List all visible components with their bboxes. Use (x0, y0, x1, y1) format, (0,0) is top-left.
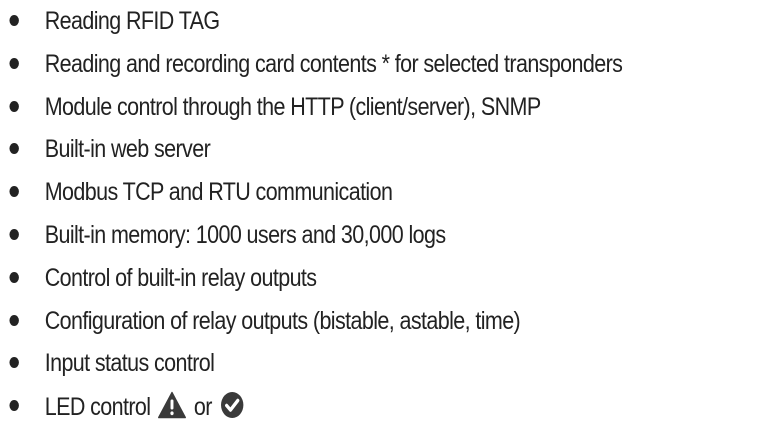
bullet (9, 228, 19, 240)
list-item-text: Module control through the HTTP (client/… (44, 92, 541, 121)
list-item: Built-in web server (0, 134, 673, 177)
list-item-text: Built-in memory: 1000 users and 30,000 l… (44, 220, 446, 249)
led-control-label: LED control (44, 393, 151, 422)
list-item: Reading and recording card contents * fo… (0, 49, 673, 92)
led-conjunction: or (193, 393, 213, 422)
bullet (9, 57, 19, 69)
list-item-text: Built-in web server (44, 135, 211, 164)
list-item-text: LED control or (45, 391, 247, 426)
bullet (9, 143, 19, 155)
warning-icon (158, 391, 187, 426)
list-item: Reading RFID TAG (0, 6, 673, 49)
bullet (9, 357, 19, 369)
feature-list: Reading RFID TAG Reading and recording c… (0, 6, 783, 434)
led-control-item: LED control or (0, 391, 673, 434)
list-item-text: Reading RFID TAG (44, 7, 220, 35)
list-item: Configuration of relay outputs (bistable… (0, 306, 673, 349)
list-item: Input status control (0, 348, 673, 391)
list-item-text: Reading and recording card contents * fo… (44, 49, 623, 78)
list-item: Built-in memory: 1000 users and 30,000 l… (0, 220, 673, 263)
bullet (9, 271, 19, 283)
list-item-text: Configuration of relay outputs (bistable… (44, 306, 521, 335)
list-item-text: Control of built-in relay outputs (44, 263, 317, 292)
bullet (9, 400, 19, 412)
bullet (9, 100, 19, 112)
bullet (9, 186, 19, 198)
check-circle-icon (219, 391, 245, 426)
list-item: Control of built-in relay outputs (0, 263, 673, 306)
list-item-text: Modbus TCP and RTU communication (44, 178, 393, 207)
list-item-text: Input status control (44, 349, 215, 378)
bullet (9, 15, 19, 26)
list-item: Module control through the HTTP (client/… (0, 92, 673, 135)
bullet (9, 314, 19, 326)
list-item: Modbus TCP and RTU communication (0, 177, 673, 220)
